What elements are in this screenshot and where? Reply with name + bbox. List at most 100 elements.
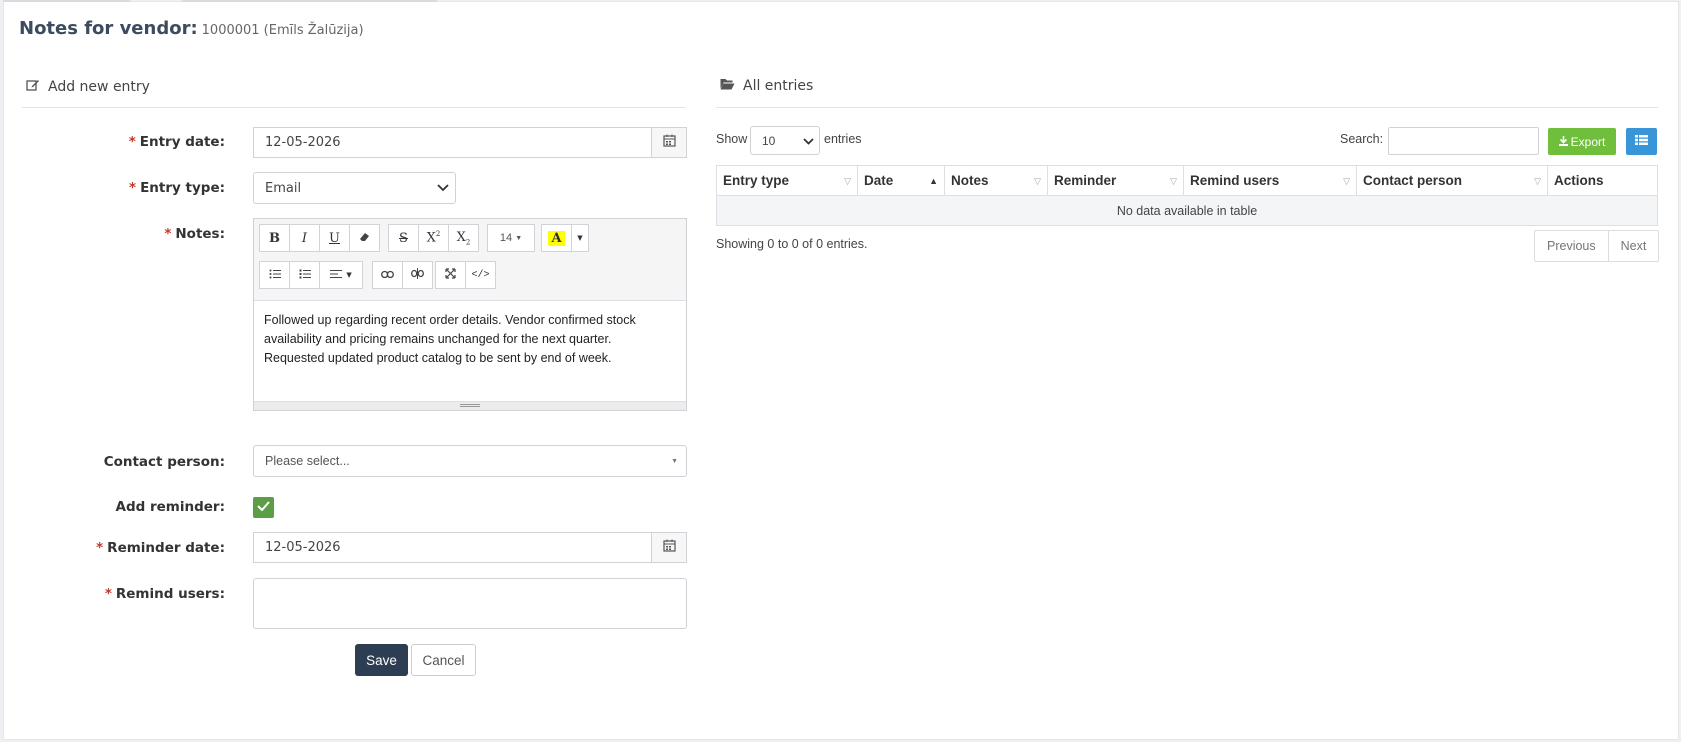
reminder-date-label-text: Reminder date:	[107, 540, 225, 556]
numbered-list-icon	[299, 268, 311, 283]
superscript-button[interactable]: X2	[418, 224, 449, 252]
strikethrough-button[interactable]: S	[388, 224, 419, 252]
divider	[22, 107, 686, 108]
list-group: ▼	[259, 261, 363, 289]
reminder-calendar-button[interactable]	[651, 532, 687, 563]
notes-label-text: Notes:	[175, 226, 225, 242]
subscript-button[interactable]: X2	[448, 224, 479, 252]
view-group: </>	[435, 261, 496, 289]
color-dropdown[interactable]: ▼	[571, 224, 589, 252]
download-icon	[1558, 135, 1568, 149]
search-input[interactable]	[1388, 127, 1539, 155]
unlink-icon	[411, 267, 424, 283]
cancel-button[interactable]: Cancel	[411, 644, 476, 676]
add-entry-header: Add new entry	[26, 78, 150, 96]
underline-button[interactable]: U	[319, 224, 350, 252]
code-icon: </>	[471, 269, 490, 281]
calendar-button[interactable]	[651, 127, 687, 158]
column-label: Entry type	[723, 173, 790, 188]
entry-date-value: 12-05-2026	[265, 135, 341, 150]
italic-button[interactable]: I	[289, 224, 320, 252]
underline-icon: U	[329, 230, 340, 246]
notes-text[interactable]: Followed up regarding recent order detai…	[264, 311, 674, 368]
unlink-button[interactable]	[402, 261, 433, 289]
color-group: A ▼	[541, 224, 589, 252]
remind-users-input[interactable]	[253, 578, 687, 629]
export-label: Export	[1570, 134, 1606, 149]
link-button[interactable]	[372, 261, 403, 289]
save-button[interactable]: Save	[355, 644, 408, 676]
page-size-select[interactable]: 10	[750, 126, 820, 155]
add-entry-title: Add new entry	[48, 79, 150, 95]
eraser-button[interactable]	[349, 224, 380, 252]
column-header-entry-type[interactable]: Entry type ▽	[716, 165, 858, 196]
previous-page-button[interactable]: Previous	[1535, 231, 1608, 261]
format-group: B I U	[259, 224, 380, 252]
required-mark: *	[96, 540, 104, 556]
table-row: No data available in table	[716, 195, 1658, 226]
column-header-notes[interactable]: Notes ▽	[944, 165, 1048, 196]
entry-date-input[interactable]: 12-05-2026	[253, 127, 652, 158]
next-page-button[interactable]: Next	[1607, 231, 1659, 261]
column-label: Notes	[951, 173, 989, 188]
top-tab-1[interactable]	[3, 0, 130, 2]
editor-resize-handle[interactable]	[254, 401, 686, 410]
fullscreen-button[interactable]	[435, 261, 466, 289]
entries-table: Entry type ▽ Date ▲ Notes ▽ Reminder ▽ Remin…	[716, 165, 1658, 226]
page-title-text: Notes for vendor:	[19, 18, 198, 39]
fullscreen-icon	[445, 267, 456, 283]
bold-button[interactable]: B	[259, 224, 290, 252]
code-view-button[interactable]: </>	[465, 261, 496, 289]
remind-users-label: * Remind users:	[15, 586, 225, 602]
all-entries-header: All entries	[720, 78, 813, 94]
highlight-button[interactable]: A	[541, 224, 572, 252]
add-reminder-label: Add reminder:	[15, 499, 225, 515]
link-icon	[381, 268, 394, 283]
eraser-icon	[359, 231, 370, 246]
column-label: Contact person	[1363, 173, 1463, 188]
all-entries-title: All entries	[743, 78, 814, 94]
pagination: Previous Next	[1534, 230, 1660, 262]
check-icon	[257, 500, 270, 515]
reminder-date-input[interactable]: 12-05-2026	[253, 532, 652, 563]
font-size-value: 14	[499, 232, 513, 244]
list-icon	[1635, 134, 1648, 149]
empty-table-message: No data available in table	[716, 195, 1658, 226]
contact-person-label: Contact person:	[15, 454, 225, 470]
entries-label: entries	[824, 132, 862, 146]
contact-person-select[interactable]: Please select... ▼	[253, 445, 687, 477]
add-reminder-label-text: Add reminder:	[115, 499, 225, 515]
notes-editor[interactable]: B I U S X2 X2 14 ▼ A ▼ ▼ </> Followed up…	[253, 218, 687, 411]
caret-down-icon: ▼	[346, 271, 352, 279]
bold-icon: B	[269, 230, 280, 246]
column-header-contact-person[interactable]: Contact person ▽	[1356, 165, 1548, 196]
remind-users-label-text: Remind users:	[115, 586, 225, 602]
bullet-list-button[interactable]	[259, 261, 290, 289]
numbered-list-button[interactable]	[289, 261, 320, 289]
top-tab-2[interactable]	[182, 0, 257, 2]
superscript-icon: X2	[426, 230, 441, 246]
folder-open-icon	[720, 78, 735, 94]
vendor-name: 1000001 (Emīls Žalūzija)	[201, 23, 364, 38]
link-group	[372, 261, 433, 289]
fontsize-group: 14 ▼	[487, 224, 535, 252]
font-size-dropdown[interactable]: 14 ▼	[487, 224, 535, 252]
add-reminder-checkbox[interactable]	[253, 497, 274, 518]
reminder-date-label: * Reminder date:	[15, 540, 225, 556]
column-header-remind-users[interactable]: Remind users ▽	[1183, 165, 1357, 196]
strikethrough-icon: S	[399, 230, 408, 246]
entry-type-select[interactable]: Email	[253, 172, 456, 204]
subscript-icon: X2	[456, 229, 471, 247]
show-label: Show	[716, 132, 748, 146]
column-header-date[interactable]: Date ▲	[857, 165, 945, 196]
align-dropdown[interactable]: ▼	[319, 261, 363, 289]
export-button[interactable]: Export	[1548, 128, 1616, 155]
caret-down-icon: ▼	[515, 234, 523, 242]
column-header-actions: Actions	[1547, 165, 1658, 196]
column-label: Reminder	[1054, 173, 1117, 188]
script-group: S X2 X2	[388, 224, 479, 252]
top-tab-3[interactable]	[257, 0, 437, 2]
column-label: Remind users	[1190, 173, 1280, 188]
column-header-reminder[interactable]: Reminder ▽	[1047, 165, 1184, 196]
column-visibility-button[interactable]	[1626, 128, 1657, 155]
